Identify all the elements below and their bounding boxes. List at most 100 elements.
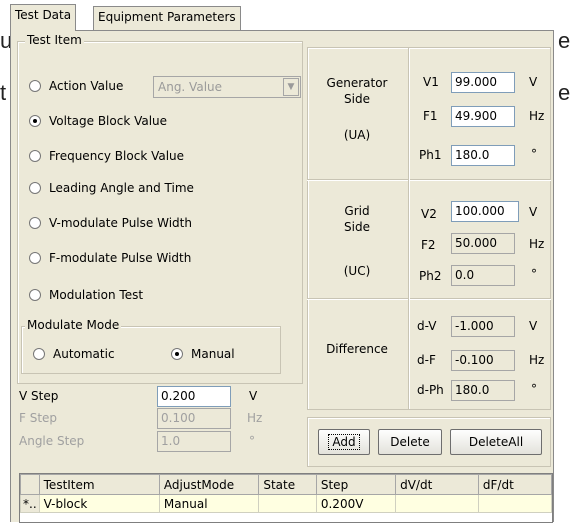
delete-all-button[interactable]: DeleteAll (450, 429, 542, 455)
radio-label: Frequency Block Value (49, 149, 185, 163)
background-text-fragment: e (558, 80, 571, 105)
df-label: d-F (417, 353, 436, 367)
button-label: Add (328, 434, 360, 450)
v-step-unit: V (249, 389, 258, 403)
divider (408, 48, 410, 409)
grid-title-line: Side (344, 220, 370, 234)
radio-indicator (29, 150, 41, 162)
dph-output: 180.0 (451, 380, 515, 401)
dph-unit: ° (531, 382, 537, 396)
generator-code: (UA) (343, 128, 371, 142)
radio-indicator (29, 80, 41, 92)
tab-test-data[interactable]: Test Data (10, 4, 77, 31)
radio-indicator (29, 182, 41, 194)
radio-indicator (171, 348, 183, 360)
tab-label: Equipment Parameters (98, 10, 236, 24)
generator-title-line: Generator (326, 76, 388, 90)
f-step-input[interactable]: 0.100 (157, 408, 231, 429)
angle-step-label: Angle Step (19, 434, 85, 448)
ph1-input[interactable]: 180.0 (451, 145, 515, 166)
column-header[interactable]: dV/dt (395, 474, 479, 495)
radio-modulation-test[interactable]: Modulation Test (29, 288, 143, 302)
add-button[interactable]: Add (318, 429, 370, 455)
radio-manual[interactable]: Manual (171, 347, 235, 361)
action-value-combo[interactable]: Ang. Value ▼ (153, 76, 301, 98)
radio-label: Modulation Test (49, 288, 144, 302)
radio-label: Automatic (53, 347, 115, 361)
modulate-mode-legend: Modulate Mode (25, 318, 122, 332)
chevron-down-icon: ▼ (283, 78, 299, 96)
table-cell[interactable]: 0.200V (315, 494, 397, 513)
button-label: DeleteAll (468, 435, 524, 449)
column-header[interactable]: State (258, 474, 317, 495)
v1-input[interactable]: 99.000 (451, 72, 515, 93)
grid-title-line: Grid (344, 204, 370, 218)
background-text-fragment: t (0, 80, 7, 105)
table-cell[interactable] (395, 494, 479, 513)
radio-indicator (29, 252, 41, 264)
radio-indicator (33, 348, 45, 360)
f-step-label: F Step (19, 411, 58, 425)
v-step-input[interactable]: 0.200 (157, 386, 231, 407)
difference-title: Difference (326, 342, 388, 356)
radio-automatic[interactable]: Automatic (33, 347, 115, 361)
column-header[interactable]: AdjustMode (158, 474, 260, 495)
grid-code: (UC) (343, 264, 371, 278)
radio-label: Action Value (49, 79, 124, 93)
grid-side-title: Grid Side (307, 203, 407, 235)
df-unit: Hz (529, 353, 545, 367)
tab-label: Test Data (15, 8, 72, 22)
divider (307, 179, 551, 181)
table-row[interactable]: *.. V-block Manual 0.200V (20, 494, 552, 513)
f1-input[interactable]: 49.900 (451, 106, 515, 127)
column-header[interactable]: TestItem (38, 474, 160, 495)
f-step-unit: Hz (247, 411, 263, 425)
ph2-input[interactable]: 0.0 (451, 265, 515, 286)
angle-step-unit: ° (249, 434, 255, 448)
radio-frequency-block-value[interactable]: Frequency Block Value (29, 149, 184, 163)
background-text-fragment: e (558, 28, 571, 53)
generator-title-line: Side (344, 92, 370, 106)
f2-input[interactable]: 50.000 (451, 233, 515, 254)
radio-indicator (29, 217, 41, 229)
table-cell[interactable]: V-block (38, 494, 160, 513)
divider (307, 298, 551, 300)
v1-label: V1 (423, 75, 439, 89)
dv-label: d-V (417, 319, 437, 333)
v1-unit: V (529, 75, 538, 89)
delete-button[interactable]: Delete (378, 429, 442, 455)
v2-label: V2 (421, 207, 437, 221)
f1-unit: Hz (529, 109, 545, 123)
table-cell[interactable] (258, 494, 317, 513)
tab-panel-test-data: Test Item Action Value Ang. Value ▼ Volt… (10, 30, 554, 523)
table-cell[interactable] (477, 494, 552, 513)
dv-unit: V (529, 319, 538, 333)
angle-step-input[interactable]: 1.0 (157, 431, 231, 452)
row-indicator: *.. (20, 494, 40, 513)
button-label: Delete (390, 435, 430, 449)
radio-v-modulate-pulse-width[interactable]: V-modulate Pulse Width (29, 216, 192, 230)
radio-indicator (29, 115, 41, 127)
column-header (20, 474, 40, 495)
generator-side-title: Generator Side (307, 75, 407, 107)
radio-label: F-modulate Pulse Width (49, 251, 192, 265)
tab-equipment-parameters[interactable]: Equipment Parameters (93, 6, 241, 30)
radio-voltage-block-value[interactable]: Voltage Block Value (29, 114, 167, 128)
radio-action-value[interactable]: Action Value (29, 79, 123, 93)
test-item-table[interactable]: TestItem AdjustMode State Step dV/dt dF/… (19, 473, 553, 523)
radio-leading-angle-and-time[interactable]: Leading Angle and Time (29, 181, 194, 195)
f1-label: F1 (423, 109, 438, 123)
radio-label: V-modulate Pulse Width (49, 216, 192, 230)
column-header[interactable]: dF/dt (477, 474, 552, 495)
f2-unit: Hz (529, 237, 545, 251)
radio-label: Voltage Block Value (49, 114, 168, 128)
radio-indicator (29, 289, 41, 301)
column-header[interactable]: Step (315, 474, 397, 495)
radio-f-modulate-pulse-width[interactable]: F-modulate Pulse Width (29, 251, 191, 265)
table-header-row: TestItem AdjustMode State Step dV/dt dF/… (20, 474, 552, 495)
radio-label: Manual (191, 347, 235, 361)
ph2-label: Ph2 (419, 269, 442, 283)
table-cell[interactable]: Manual (158, 494, 260, 513)
f2-label: F2 (421, 238, 436, 252)
v2-input[interactable]: 100.000 (451, 201, 519, 222)
